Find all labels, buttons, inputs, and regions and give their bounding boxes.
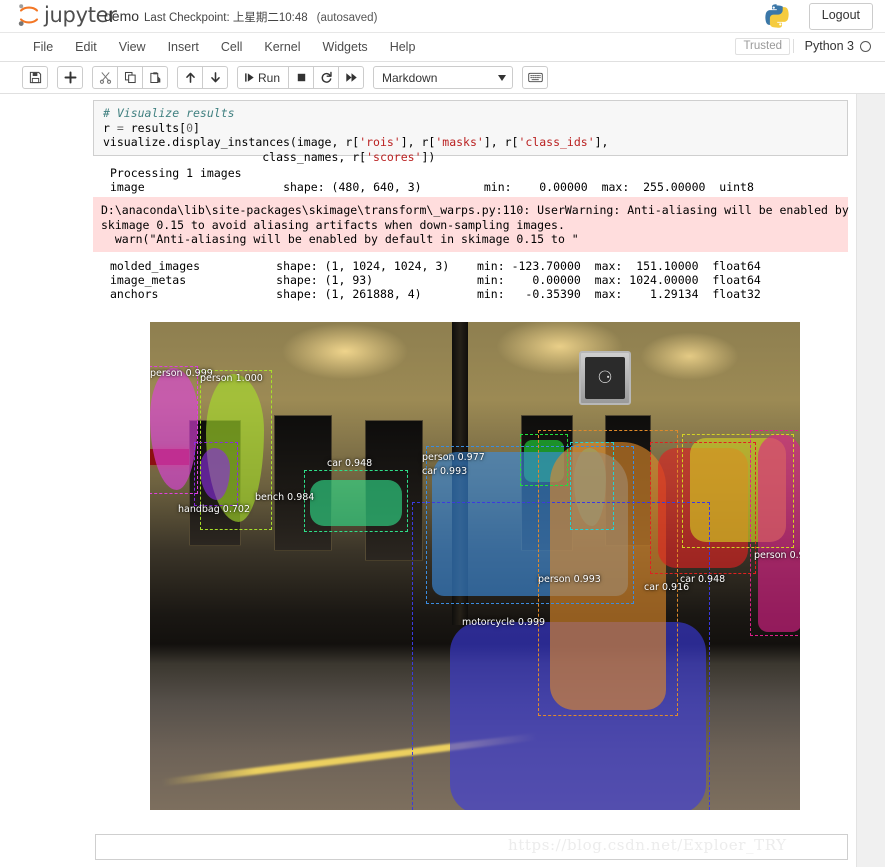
code-line-2-call: results[ [130, 120, 187, 135]
traffic-sign: ⚆ [579, 351, 631, 405]
traffic-sign-glyph: ⚆ [585, 357, 625, 399]
toolbar-group-palette [522, 66, 549, 89]
move-cell-up-button[interactable] [177, 66, 203, 89]
menu-item-cell[interactable]: Cell [210, 36, 254, 58]
code-line-2-close: ] [193, 120, 200, 135]
copy-button[interactable] [117, 66, 143, 89]
menu-item-help[interactable]: Help [379, 36, 427, 58]
cut-button[interactable] [92, 66, 118, 89]
run-play-icon [244, 72, 255, 83]
code-line-3-b: ], r[ [400, 135, 436, 150]
code-line-3-c: ], r[ [483, 135, 519, 150]
code-comment-line: # Visualize results [103, 106, 235, 120]
code-cell-input[interactable]: # Visualize results r = results[0] visua… [93, 100, 848, 164]
save-button[interactable] [22, 66, 48, 89]
toolbar-group-run: Run [237, 66, 365, 89]
kernel-idle-circle-icon [860, 40, 871, 52]
empty-code-cell[interactable] [95, 834, 848, 860]
detection-image-canvas: ⚆ person 0.999 person 1.000 handbag 0.70… [150, 322, 800, 810]
insert-cell-below-button[interactable] [57, 66, 83, 89]
code-line-4-s1: 'scores' [366, 149, 422, 164]
menu-items-list: File Edit View Insert Cell Kernel Widget… [0, 36, 426, 58]
menu-item-edit[interactable]: Edit [64, 36, 108, 58]
scissors-icon [99, 71, 112, 84]
restart-kernel-button[interactable] [313, 66, 340, 89]
code-line-2-index: 0 [186, 120, 194, 135]
menu-item-file[interactable]: File [22, 36, 64, 58]
warning-text: D:\anaconda\lib\site-packages\skimage\tr… [101, 203, 885, 247]
code-line-2-var: r [103, 120, 117, 135]
python-logo-icon [765, 3, 789, 29]
bbox-person-magenta [150, 366, 198, 494]
code-line-3-s2: 'masks' [435, 135, 484, 150]
notebook-name[interactable]: demo [104, 8, 139, 24]
command-palette-icon [527, 72, 543, 83]
output-detection-image: ⚆ person 0.999 person 1.000 handbag 0.70… [150, 322, 800, 810]
output-stream-processing: Processing 1 images image shape: (480, 6… [110, 166, 754, 194]
paste-icon [149, 71, 162, 84]
notebook-title-area[interactable]: demo Last Checkpoint: 上星期二10:48 (autosav… [104, 8, 377, 25]
floppy-save-icon [29, 71, 42, 84]
jupyter-logo-group[interactable]: jupyter [18, 2, 117, 28]
copy-icon [124, 71, 137, 84]
output-stream-shapes: molded_images shape: (1, 1024, 1024, 3) … [110, 259, 761, 301]
run-button-label: Run [258, 70, 281, 85]
arrow-up-icon [184, 71, 197, 84]
menu-item-view[interactable]: View [108, 36, 157, 58]
code-line-3-d: ], [594, 135, 609, 150]
cell-type-select[interactable]: Markdown [373, 66, 514, 89]
move-cell-down-button[interactable] [202, 66, 228, 89]
menu-bar: File Edit View Insert Cell Kernel Widget… [0, 33, 885, 62]
bbox-person-pink [750, 430, 800, 636]
notebook-toolbar: Run Markdown [0, 62, 885, 94]
code-line-4-a: class_names, r[ [103, 149, 367, 164]
notebook-scroll-area[interactable]: # Visualize results r = results[0] visua… [0, 94, 885, 867]
command-palette-button[interactable] [522, 66, 549, 89]
cell-type-value: Markdown [382, 70, 438, 85]
jupyter-logo-icon [18, 2, 40, 28]
notebook-canvas: # Visualize results r = results[0] visua… [0, 94, 885, 867]
bbox-handbag-purple [194, 442, 238, 506]
last-checkpoint-label: Last Checkpoint: 上星期二10:48 [144, 12, 308, 24]
restart-circle-icon [320, 71, 333, 84]
toolbar-group-move [177, 66, 228, 89]
logout-button[interactable]: Logout [808, 3, 873, 30]
toolbar-group-insert [57, 66, 83, 89]
code-line-3-s3: 'class_ids' [518, 135, 595, 150]
toolbar-group-save [22, 66, 48, 89]
stop-square-icon [295, 71, 308, 84]
restart-and-run-all-button[interactable] [338, 66, 365, 89]
notebook-header: jupyter demo Last Checkpoint: 上星期二10:48 … [0, 0, 885, 33]
autosaved-label: (autosaved) [316, 12, 378, 24]
output-warning-block: D:\anaconda\lib\site-packages\skimage\tr… [93, 197, 885, 252]
menu-item-kernel[interactable]: Kernel [253, 36, 311, 58]
arrow-down-icon [209, 71, 222, 84]
interrupt-kernel-button[interactable] [288, 66, 315, 89]
kernel-indicator[interactable]: Python 3 [792, 39, 871, 53]
fast-forward-icon [345, 71, 358, 84]
vertical-scrollbar[interactable] [856, 94, 885, 867]
toolbar-group-clipboard [92, 66, 168, 89]
code-line-2-op: = [116, 120, 131, 135]
bbox-bench-green [304, 470, 408, 532]
code-line-3-a: visualize.display_instances(image, r[ [103, 135, 360, 150]
trusted-badge: Trusted [735, 38, 790, 55]
menu-item-widgets[interactable]: Widgets [312, 36, 379, 58]
paste-button[interactable] [142, 66, 168, 89]
chevron-down-icon [498, 74, 507, 81]
menu-item-insert[interactable]: Insert [157, 36, 210, 58]
run-cell-button[interactable]: Run [237, 66, 290, 89]
code-line-4-b: ]) [421, 149, 436, 164]
code-line-3-s1: 'rois' [359, 135, 401, 150]
code-editor-text[interactable]: # Visualize results r = results[0] visua… [94, 101, 847, 164]
kernel-name-label: Python 3 [804, 39, 854, 53]
plus-icon [64, 71, 77, 84]
